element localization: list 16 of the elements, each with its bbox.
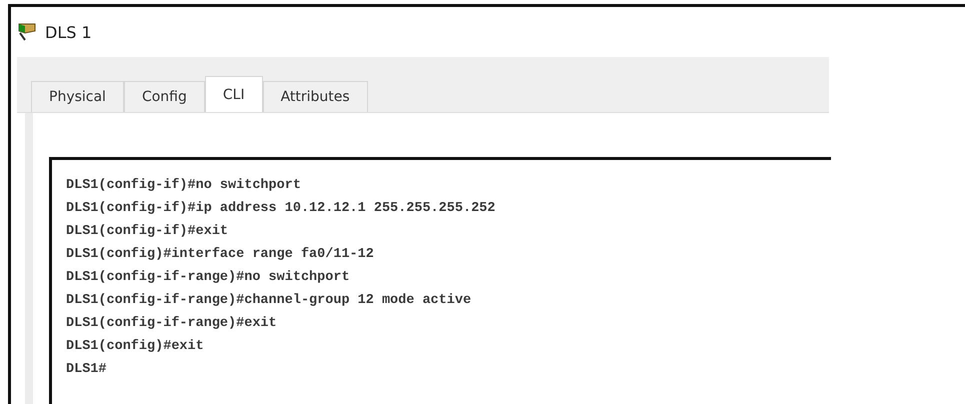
cli-terminal[interactable] bbox=[49, 157, 831, 404]
tab[interactable]: Physical bbox=[31, 81, 124, 112]
tab[interactable]: CLI bbox=[204, 76, 263, 112]
switch-router-icon bbox=[17, 22, 37, 42]
terminal-line: DLS1(config-if-range)#no switchport bbox=[66, 269, 351, 287]
terminal-line: DLS1(config-if)#exit bbox=[66, 223, 230, 241]
terminal-line: DLS1# bbox=[66, 361, 108, 379]
tab[interactable]: Attributes bbox=[262, 81, 368, 112]
terminal-line: DLS1(config-if)#ip address 10.12.12.1 255.255.255.252 bbox=[66, 200, 496, 218]
terminal-line: DLS1(config-if-range)#exit bbox=[66, 315, 278, 333]
terminal-line: DLS1(config-if-range)#channel-group 12 mode active bbox=[66, 292, 472, 310]
terminal-line: DLS1(config-if)#no switchport bbox=[66, 177, 302, 195]
tab[interactable]: Config bbox=[124, 81, 205, 112]
terminal-line: DLS1(config)#interface range fa0/11-12 bbox=[66, 246, 375, 264]
window-title: DLS 1 bbox=[45, 22, 92, 42]
terminal-line: DLS1(config)#exit bbox=[66, 338, 205, 356]
